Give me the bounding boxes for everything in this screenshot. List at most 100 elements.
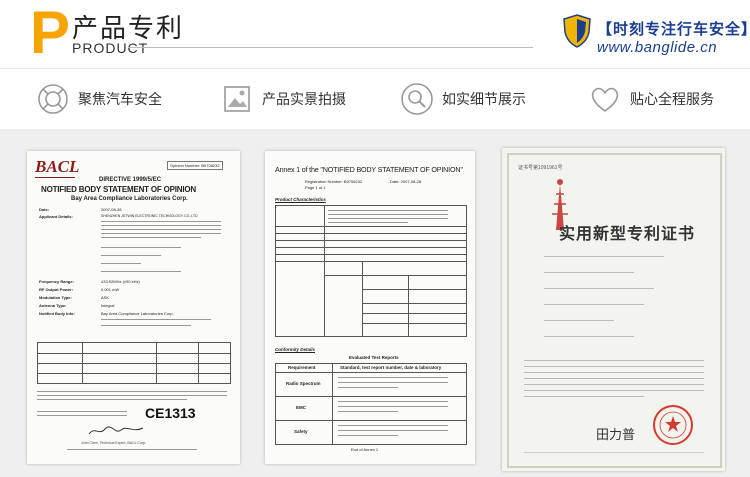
table-rule: [82, 343, 83, 383]
text-line: [338, 411, 398, 412]
row-value: SHENZHEN JETWIN ELECTRONIC TECHNOLOGY CO…: [101, 214, 198, 218]
opinion-number: Opinion Number: B0708232: [167, 161, 223, 170]
antenna-subtable: [324, 261, 466, 336]
section-heading: Product Characteristics: [275, 197, 326, 202]
text-line: [544, 256, 664, 257]
text-line: [328, 218, 448, 219]
table-rule: [362, 313, 466, 314]
table-rule: [276, 420, 466, 421]
text-line: [338, 401, 448, 402]
section-heading: Evaluated Test Reports: [349, 355, 399, 360]
text-line: [544, 336, 634, 337]
title-divider: [128, 47, 533, 48]
official-seal-icon: [653, 405, 693, 445]
text-line: [101, 255, 161, 256]
text-line: [524, 378, 704, 379]
text-line: [524, 384, 704, 385]
text-line: [37, 399, 187, 400]
row-label: Modulation Type:: [39, 295, 72, 300]
row-label: Notified Body Info:: [39, 311, 75, 316]
bacl-statement-document: BACL Opinion Number: B0708232 DIRECTIVE …: [27, 151, 240, 464]
row-value: Integral: [101, 303, 115, 308]
page-header: P 产品专利 PRODUCT 【时刻专注行车安全】 www.banglide.c…: [0, 0, 750, 66]
table-rule: [362, 261, 363, 336]
heart-icon: [591, 87, 619, 112]
text-line: [524, 360, 704, 361]
patent-certificate-document: 证书号第1091961号 实用新型专利证书 田力普: [502, 148, 725, 471]
table-rule: [276, 372, 466, 373]
brand-slogan: 【时刻专注行车安全】: [597, 21, 750, 38]
table-rule: [38, 363, 230, 364]
signature-icon: [88, 426, 144, 435]
text-line: [37, 391, 227, 392]
text-line: [544, 288, 654, 289]
table-rule: [38, 353, 230, 354]
text-line: [524, 366, 704, 367]
magnifier-icon: [401, 83, 433, 115]
table-rule: [276, 254, 466, 255]
row-label: RF Output Power:: [39, 287, 73, 292]
text-line: [338, 435, 398, 436]
row-value: 433.92MHz (±50 kHz): [101, 279, 140, 284]
table-rule: [276, 247, 466, 248]
table-rule: [408, 275, 409, 336]
text-line: [544, 272, 634, 273]
annex-document: Annex 1 of the "NOTIFIED BODY STATEMENT …: [265, 151, 475, 464]
feature-label: 贴心全程服务: [630, 91, 714, 107]
table-rule: [332, 364, 333, 444]
p-logo-letter: P: [30, 0, 71, 66]
text-line: [101, 237, 201, 238]
row-label: Frequency Range:: [39, 279, 74, 284]
table-rule: [198, 343, 199, 383]
text-line: [338, 425, 448, 426]
annex-page: Page 1 of 1: [305, 185, 326, 190]
shield-logo-icon: [563, 14, 591, 48]
row-label: Applicant Details:: [39, 214, 73, 219]
feature-item-detail: 如实细节展示: [400, 81, 526, 117]
table-rule: [156, 343, 157, 383]
page-subtitle: PRODUCT: [72, 40, 149, 56]
text-line: [101, 247, 181, 248]
ce-mark: CE1313: [145, 405, 196, 421]
text-line: [524, 452, 704, 453]
table-rule: [324, 275, 466, 276]
test-reports-table: Requirement Standard, test report number…: [275, 363, 467, 445]
text-line: [101, 325, 191, 326]
table-rule: [362, 289, 466, 290]
photo-icon: [224, 86, 250, 112]
text-line: [328, 214, 448, 215]
signature-text: 田力普: [596, 428, 636, 443]
brand-block: 【时刻专注行车安全】 www.banglide.cn: [545, 14, 750, 58]
registration-number: Registration Number: B0708232: [305, 179, 363, 184]
text-line: [338, 406, 448, 407]
table-rule: [276, 226, 466, 227]
annex-date: Date: 2007-08-28: [390, 179, 422, 184]
text-line: [544, 304, 644, 305]
text-line: [101, 229, 221, 230]
annex-heading: Annex 1 of the "NOTIFIED BODY STATEMENT …: [275, 165, 463, 174]
row-value: 0.001 mW: [101, 287, 120, 292]
lifebuoy-icon: [38, 84, 68, 114]
certificate-number: 证书号第1091961号: [518, 165, 563, 171]
text-line: [37, 411, 127, 412]
brand-url: www.banglide.cn: [597, 39, 718, 56]
certificate-gallery: BACL Opinion Number: B0708232 DIRECTIVE …: [0, 129, 750, 477]
table-rule: [38, 373, 230, 374]
column-header: Standard, test report number, date & lab…: [340, 365, 442, 370]
annex-footer: End of Annex 1: [351, 447, 379, 452]
statement-heading: NOTIFIED BODY STATEMENT OF OPINION: [41, 185, 196, 194]
requirement-label: EMC: [296, 405, 306, 410]
section-heading: Conformity Details: [275, 347, 316, 352]
text-line: [67, 449, 197, 450]
feature-label: 如实细节展示: [442, 91, 526, 107]
feature-bar: 聚焦汽车安全 产品实景拍摄 如实细节展示 贴心全程服务: [0, 68, 750, 130]
product-table: [275, 205, 467, 337]
requirement-label: Safety: [294, 429, 308, 434]
requirements-table: [37, 342, 231, 384]
text-line: [338, 430, 448, 431]
table-rule: [276, 240, 466, 241]
feature-label: 产品实景拍摄: [262, 91, 346, 107]
text-line: [37, 395, 227, 396]
text-line: [524, 396, 644, 397]
directive-line: DIRECTIVE 1999/5/EC: [99, 177, 162, 183]
